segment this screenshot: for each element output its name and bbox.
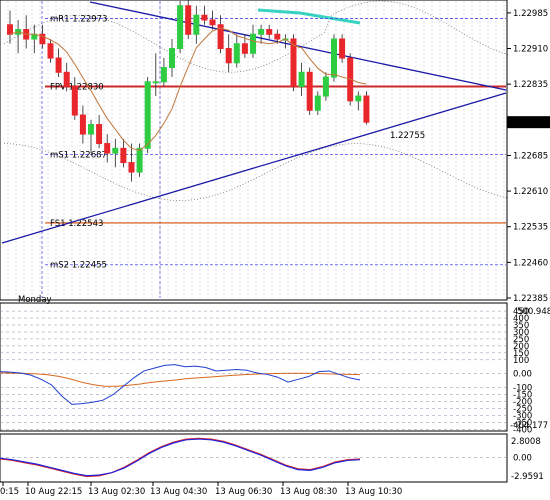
- candle-body: [185, 5, 192, 35]
- time-axis: 0:15 10 Aug 22:15 13 Aug 02:30 13 Aug 04:30…: [0, 482, 402, 497]
- time-label: 13 Aug 04:30: [150, 487, 207, 497]
- trading-chart: 1.229851.229101.228351.227601.226851.226…: [0, 0, 550, 500]
- cci-tick-label: 0.00: [513, 370, 532, 380]
- price-tick-label: 1.22385: [513, 294, 548, 304]
- time-label: 10 Aug 22:15: [25, 487, 82, 497]
- price-tick-label: 1.22985: [513, 9, 548, 19]
- candle-body: [120, 147, 127, 164]
- time-label: 13 Aug 06:30: [215, 487, 272, 497]
- candle-body: [314, 95, 321, 111]
- candle-body: [193, 14, 200, 35]
- current-price-annotation: 1.22755: [390, 131, 425, 141]
- candle-body: [241, 43, 248, 54]
- candle-body: [258, 29, 265, 35]
- candle-body: [160, 67, 167, 83]
- current-price-value: 1.22755: [510, 118, 545, 128]
- candle-body: [266, 29, 273, 35]
- level-label-ms2: mS2 1.22455: [50, 261, 107, 271]
- time-label: 13 Aug 08:30: [280, 487, 337, 497]
- cci-panel-frame: [0, 302, 508, 432]
- candle-body: [63, 71, 70, 88]
- candle-body: [79, 114, 86, 135]
- price-tick-label: 1.22835: [513, 80, 548, 90]
- price-tick-label: 1.22610: [513, 187, 548, 197]
- candle-body: [169, 48, 175, 69]
- candle-body: [201, 14, 208, 21]
- price-tick-label: 1.22910: [513, 45, 548, 55]
- day-label: Monday: [18, 295, 52, 305]
- candle-body: [144, 81, 151, 149]
- candle-body: [339, 38, 346, 59]
- level-label-mr1: mR1 1.22973: [50, 15, 107, 25]
- osc-top-label: 2.8008: [511, 437, 541, 447]
- price-tick-label: 1.22535: [513, 223, 548, 233]
- candle-body: [363, 95, 370, 123]
- candle-body: [71, 86, 78, 116]
- candle-body: [104, 143, 111, 154]
- candle-body: [112, 147, 119, 154]
- candle-body: [128, 162, 135, 173]
- candle-body: [225, 48, 232, 64]
- candle-body: [355, 95, 362, 102]
- candle-body: [136, 147, 143, 173]
- candle-body: [298, 71, 305, 88]
- osc-zero-label: 0.00: [513, 453, 532, 463]
- time-label: 13 Aug 02:30: [88, 487, 145, 497]
- candle-body: [322, 76, 329, 97]
- cci-tick-label: 100: [513, 356, 529, 366]
- candle-body: [55, 57, 62, 73]
- candle-body: [152, 81, 159, 84]
- candle-body: [250, 33, 256, 54]
- candle-body: [47, 43, 54, 59]
- time-label: 13 Aug 10:30: [345, 487, 402, 497]
- candle-body: [306, 71, 313, 111]
- level-label-ms1: mS1 1.22687: [50, 150, 107, 160]
- time-label: 0:15: [0, 487, 19, 497]
- cci-bottom-label: -404.177: [510, 421, 548, 431]
- candle-body: [88, 124, 94, 135]
- price-tick-label: 1.22685: [513, 151, 548, 161]
- candle-body: [331, 38, 337, 78]
- chart-canvas: 1.229851.229101.228351.227601.226851.226…: [0, 0, 550, 497]
- price-tick-label: 1.22460: [513, 258, 548, 268]
- candle-body: [96, 124, 103, 145]
- candle-body: [274, 33, 281, 40]
- osc-bottom-label: -2.9591: [511, 472, 544, 482]
- candle-body: [209, 19, 216, 26]
- candle-body: [7, 24, 13, 35]
- candle-body: [177, 5, 184, 50]
- cci-top-label: 500.9484: [517, 307, 550, 317]
- candle-body: [233, 43, 240, 64]
